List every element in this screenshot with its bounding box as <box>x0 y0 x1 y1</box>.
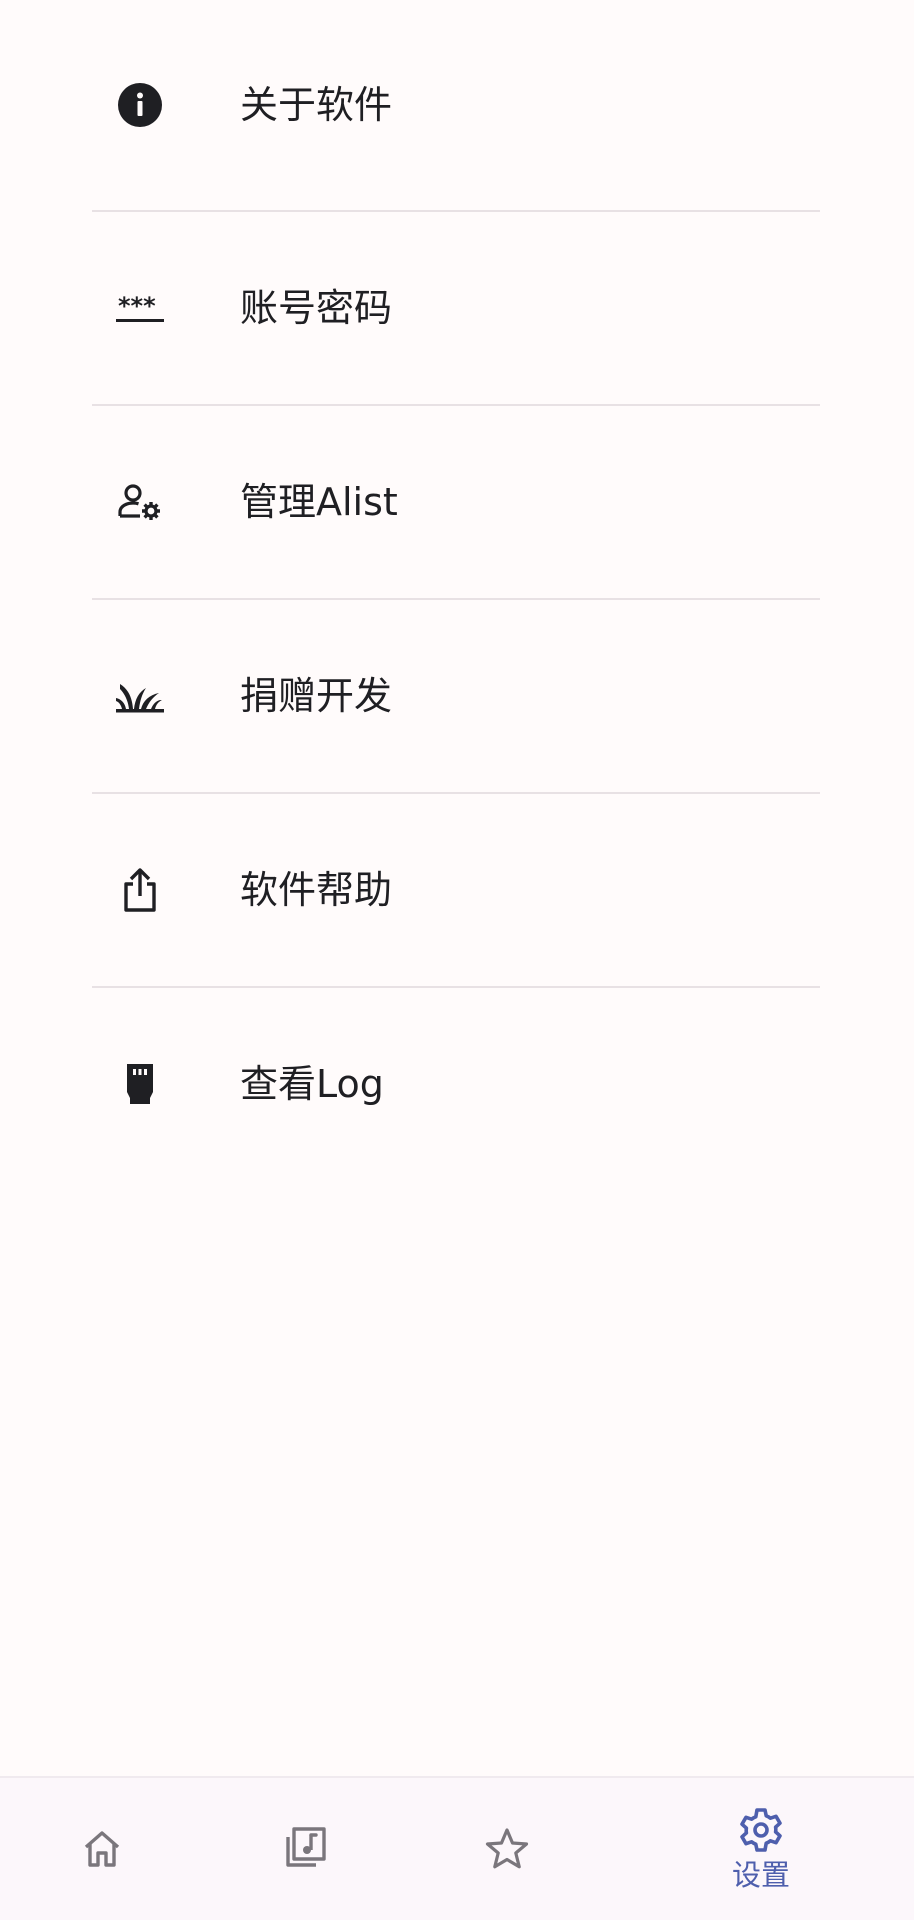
star-icon <box>483 1825 531 1873</box>
svg-text:***: *** <box>118 292 156 320</box>
settings-item-log[interactable]: 查看Log <box>92 986 820 1180</box>
settings-item-label: 管理Alist <box>240 480 398 524</box>
log-icon <box>116 1060 164 1108</box>
share-icon <box>116 866 164 914</box>
bottom-navigation-bar: 设置 <box>0 1776 914 1920</box>
settings-item-label: 账号密码 <box>240 286 393 330</box>
password-icon: *** <box>116 284 164 332</box>
settings-item-label: 关于软件 <box>240 83 393 127</box>
nav-home[interactable] <box>12 1778 192 1920</box>
settings-item-label: 捐赠开发 <box>240 674 393 718</box>
nav-library[interactable] <box>214 1778 394 1920</box>
nav-settings-label: 设置 <box>731 1858 790 1892</box>
settings-item-about[interactable]: 关于软件 <box>92 0 820 210</box>
settings-item-password[interactable]: *** 账号密码 <box>92 210 820 404</box>
gear-icon <box>737 1806 785 1854</box>
settings-item-help[interactable]: 软件帮助 <box>92 792 820 986</box>
settings-item-donate[interactable]: 捐赠开发 <box>92 598 820 792</box>
settings-screen: 关于软件 *** 账号密码 管理Alist 捐赠开发 软件帮助 查看Log 设置 <box>0 0 914 1920</box>
music-library-icon <box>280 1825 328 1873</box>
settings-item-label: 查看Log <box>240 1062 384 1106</box>
grass-icon <box>116 672 164 720</box>
home-icon <box>78 1825 126 1873</box>
nav-favorites[interactable] <box>417 1778 597 1920</box>
manage-accounts-icon <box>116 478 164 526</box>
info-icon <box>116 81 164 129</box>
nav-settings[interactable]: 设置 <box>671 1778 851 1920</box>
settings-item-label: 软件帮助 <box>240 868 393 912</box>
settings-item-manage-alist[interactable]: 管理Alist <box>92 404 820 598</box>
settings-list: 关于软件 *** 账号密码 管理Alist 捐赠开发 软件帮助 查看Log <box>92 0 820 1180</box>
